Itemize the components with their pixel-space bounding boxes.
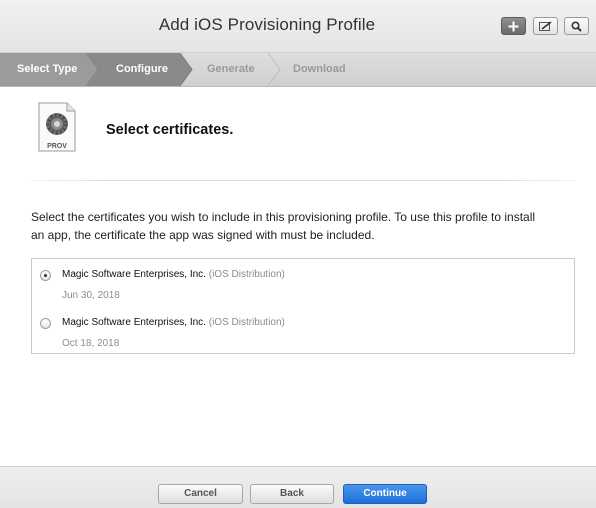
certificate-list: Magic Software Enterprises, Inc. (iOS Di… [31,258,575,354]
prov-icon-label: PROV [47,143,67,150]
certificate-type: (iOS Distribution) [208,317,285,328]
certificate-type: (iOS Distribution) [208,269,285,280]
certificate-name: Magic Software Enterprises, Inc. [62,317,206,328]
search-icon [571,20,582,32]
section-description: Select the certificates you wish to incl… [31,210,536,242]
edit-button[interactable] [533,17,558,35]
certificate-date: Oct 18, 2018 [62,338,120,349]
certificate-option[interactable]: Magic Software Enterprises, Inc. (iOS Di… [32,310,574,356]
search-button[interactable] [564,17,589,35]
continue-button[interactable]: Continue [343,484,427,504]
edit-icon [538,20,551,31]
certificate-radio[interactable] [40,318,51,329]
cancel-button[interactable]: Cancel [158,484,243,504]
step-progress-bar: Select Type Configure Generate Download [0,53,596,87]
section-title: Select certificates. [106,122,234,138]
window-header: Add iOS Provisioning Profile [0,0,596,53]
add-button[interactable] [501,17,526,35]
certificate-name-line: Magic Software Enterprises, Inc. (iOS Di… [62,317,285,328]
certificate-option[interactable]: Magic Software Enterprises, Inc. (iOS Di… [32,262,574,308]
step-download: Download [293,63,346,75]
radio-dot [44,274,47,277]
certificate-date: Jun 30, 2018 [62,290,120,301]
step-generate: Generate [207,63,255,75]
step-configure: Configure [116,63,168,75]
footer-bar: Cancel Back Continue [0,466,596,508]
page-title: Add iOS Provisioning Profile [158,15,376,34]
section-divider [31,180,576,181]
certificate-name-line: Magic Software Enterprises, Inc. (iOS Di… [62,269,285,280]
plus-icon [508,21,519,31]
certificate-name: Magic Software Enterprises, Inc. [62,269,206,280]
back-button[interactable]: Back [250,484,334,504]
step-select-type: Select Type [17,63,78,75]
provisioning-profile-icon: PROV [38,102,76,152]
certificate-radio-selected[interactable] [40,270,51,281]
